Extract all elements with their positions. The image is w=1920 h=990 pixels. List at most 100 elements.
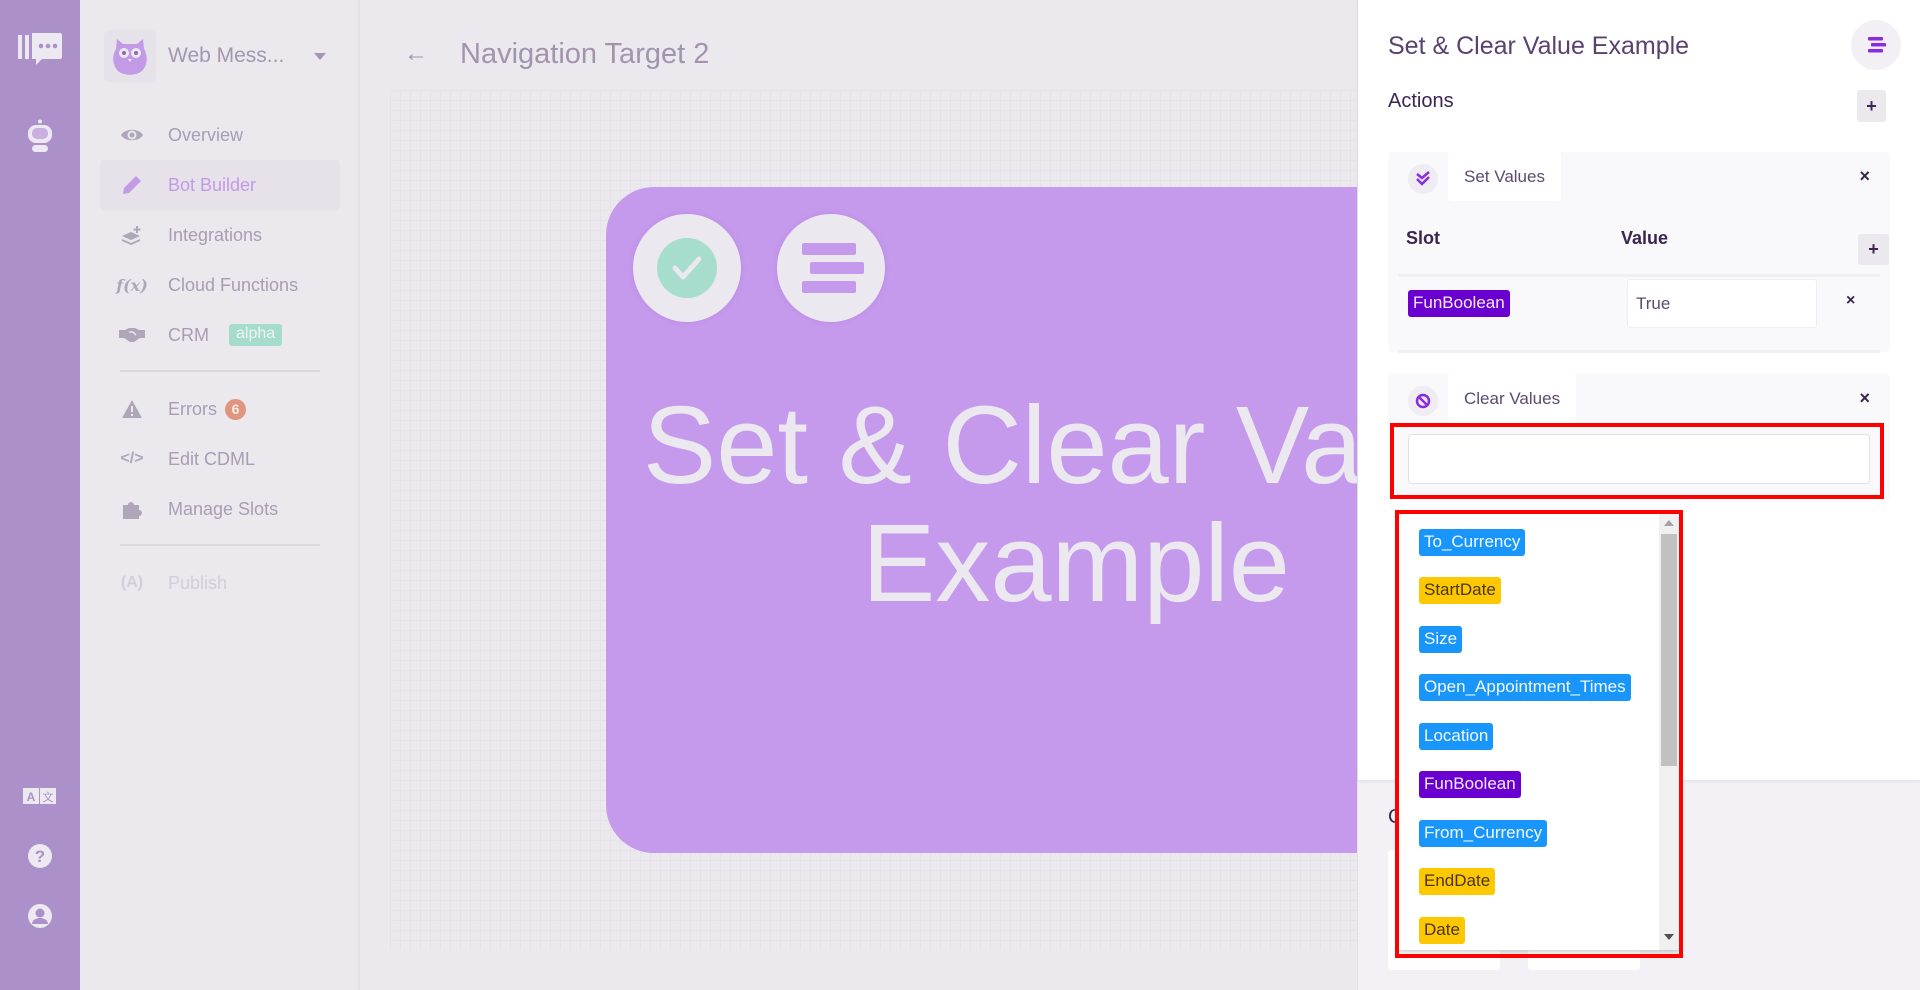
slot-option[interactable]: FunBoolean (1399, 761, 1657, 810)
dropdown-scrollbar[interactable] (1659, 514, 1679, 950)
pencil-icon (118, 174, 146, 196)
ban-icon (1408, 386, 1438, 416)
slot-option[interactable]: Date (1399, 906, 1657, 950)
svg-text:?: ? (35, 847, 45, 866)
svg-text:A: A (27, 790, 36, 804)
bot-icon[interactable] (0, 114, 80, 158)
user-account-icon[interactable] (0, 898, 80, 934)
left-rail: A文 ? (0, 0, 80, 990)
scrollbar-thumb[interactable] (1661, 534, 1677, 766)
sidebar-item-crm[interactable]: CRM alpha (100, 310, 340, 360)
slot-option[interactable]: To_Currency (1399, 518, 1657, 567)
set-values-card: Set Values × Slot Value + FunBoolean × (1388, 152, 1890, 353)
slot-column-header: Slot (1406, 228, 1440, 248)
panel-title: Set & Clear Value Example (1388, 32, 1690, 60)
slot-option[interactable]: Size (1399, 615, 1657, 664)
sidebar-item-manage-slots[interactable]: Manage Slots (100, 484, 340, 534)
sidebar-item-label: Edit CDML (168, 448, 256, 469)
slot-dropdown: To_Currency StartDate Size Open_Appointm… (1399, 514, 1679, 950)
sidebar-nav: Overview Bot Builder Integrations f(x) C… (100, 110, 340, 608)
add-action-button[interactable]: + (1857, 90, 1886, 122)
slot-option[interactable]: From_Currency (1399, 809, 1657, 858)
slot-chip: Date (1419, 916, 1465, 944)
clear-values-tab[interactable]: Clear Values (1448, 374, 1577, 423)
sidebar-item-label: Overview (168, 124, 244, 145)
sidebar-item-integrations[interactable]: Integrations (100, 210, 340, 260)
value-column-header: Value (1621, 228, 1669, 248)
sidebar-item-label: CRM (168, 324, 209, 345)
set-values-tab[interactable]: Set Values (1448, 152, 1561, 201)
slot-chip: Size (1419, 625, 1463, 653)
value-input[interactable] (1627, 279, 1817, 328)
slot-chip: To_Currency (1419, 528, 1526, 556)
actions-heading: Actions (1388, 90, 1454, 112)
sidebar-item-publish[interactable]: (A) Publish (100, 558, 340, 608)
code-icon: </> (120, 450, 144, 467)
chevron-down-icon[interactable] (314, 52, 326, 60)
sidebar-item-label: Bot Builder (168, 174, 257, 195)
slot-chip: Open_Appointment_Times (1419, 674, 1631, 702)
owl-avatar-icon (104, 30, 156, 82)
sidebar-item-label: Publish (168, 572, 228, 593)
slot-option[interactable]: EndDate (1399, 858, 1657, 907)
language-icon[interactable]: A文 (0, 782, 80, 812)
messaging-logo-icon[interactable] (0, 28, 80, 72)
sidebar-item-cloud-functions[interactable]: f(x) Cloud Functions (100, 260, 340, 310)
divider (120, 544, 320, 546)
puzzle-icon (118, 498, 146, 520)
layers-plus-icon (118, 225, 146, 245)
function-icon: f(x) (116, 275, 148, 295)
menu-lines-icon (802, 243, 864, 293)
slot-options-list: To_Currency StartDate Size Open_Appointm… (1399, 514, 1657, 950)
sidebar-item-label: Cloud Functions (168, 274, 299, 295)
slot-option[interactable]: StartDate (1399, 567, 1657, 616)
help-icon[interactable]: ? (0, 838, 80, 874)
sidebar-item-label: Errors (168, 398, 217, 419)
slot-chip: StartDate (1419, 577, 1501, 605)
svg-text:文: 文 (43, 790, 54, 804)
node-check-button[interactable] (633, 214, 741, 322)
alpha-badge: alpha (229, 324, 283, 346)
sidebar-item-overview[interactable]: Overview (100, 110, 340, 160)
back-arrow-icon[interactable]: ← (404, 40, 428, 68)
close-icon[interactable]: × (1859, 166, 1870, 187)
slot-chip: FunBoolean (1419, 771, 1521, 799)
sidebar: Web Mess... Overview Bot Builder Integra… (80, 0, 360, 990)
add-row-button[interactable]: + (1858, 234, 1889, 265)
check-icon (657, 238, 717, 298)
node-title: Set & Clear Value Example (642, 384, 1406, 625)
slot-chip: Location (1419, 722, 1494, 750)
scroll-up-arrow-icon[interactable] (1664, 520, 1674, 526)
slot-chip: EndDate (1419, 868, 1496, 896)
sidebar-item-label: Integrations (168, 224, 263, 245)
broadcast-icon: (A) (120, 574, 144, 591)
slot-chip[interactable]: FunBoolean (1408, 290, 1510, 317)
clear-slots-input[interactable] (1408, 434, 1870, 484)
scroll-down-arrow-icon[interactable] (1664, 934, 1674, 940)
page-title: Navigation Target 2 (460, 38, 710, 70)
divider (120, 370, 320, 372)
flow-node[interactable]: Set & Clear Value Example (606, 187, 1406, 853)
sidebar-item-errors[interactable]: Errors 6 (100, 384, 340, 434)
panel-menu-button[interactable] (1851, 20, 1901, 70)
menu-lines-icon (1868, 37, 1886, 53)
app-name: Web Mess... (168, 44, 285, 67)
clear-values-card: Clear Values × (1388, 374, 1890, 499)
warning-icon (118, 399, 146, 419)
app-switcher[interactable]: Web Mess... (104, 28, 344, 84)
node-menu-button[interactable] (777, 214, 885, 322)
sidebar-item-bot-builder[interactable]: Bot Builder (100, 160, 340, 210)
error-count-badge: 6 (225, 398, 246, 420)
remove-row-icon[interactable]: × (1846, 292, 1855, 310)
slot-option[interactable]: Open_Appointment_Times (1399, 664, 1657, 713)
double-check-icon (1408, 164, 1438, 194)
divider (1398, 350, 1880, 353)
divider (1398, 274, 1880, 277)
slot-chip: From_Currency (1419, 819, 1548, 847)
handshake-icon (118, 327, 146, 343)
slot-option[interactable]: Location (1399, 712, 1657, 761)
eye-icon (118, 127, 146, 143)
sidebar-item-label: Manage Slots (168, 498, 279, 519)
sidebar-item-edit-cdml[interactable]: </> Edit CDML (100, 434, 340, 484)
close-icon[interactable]: × (1859, 388, 1870, 409)
